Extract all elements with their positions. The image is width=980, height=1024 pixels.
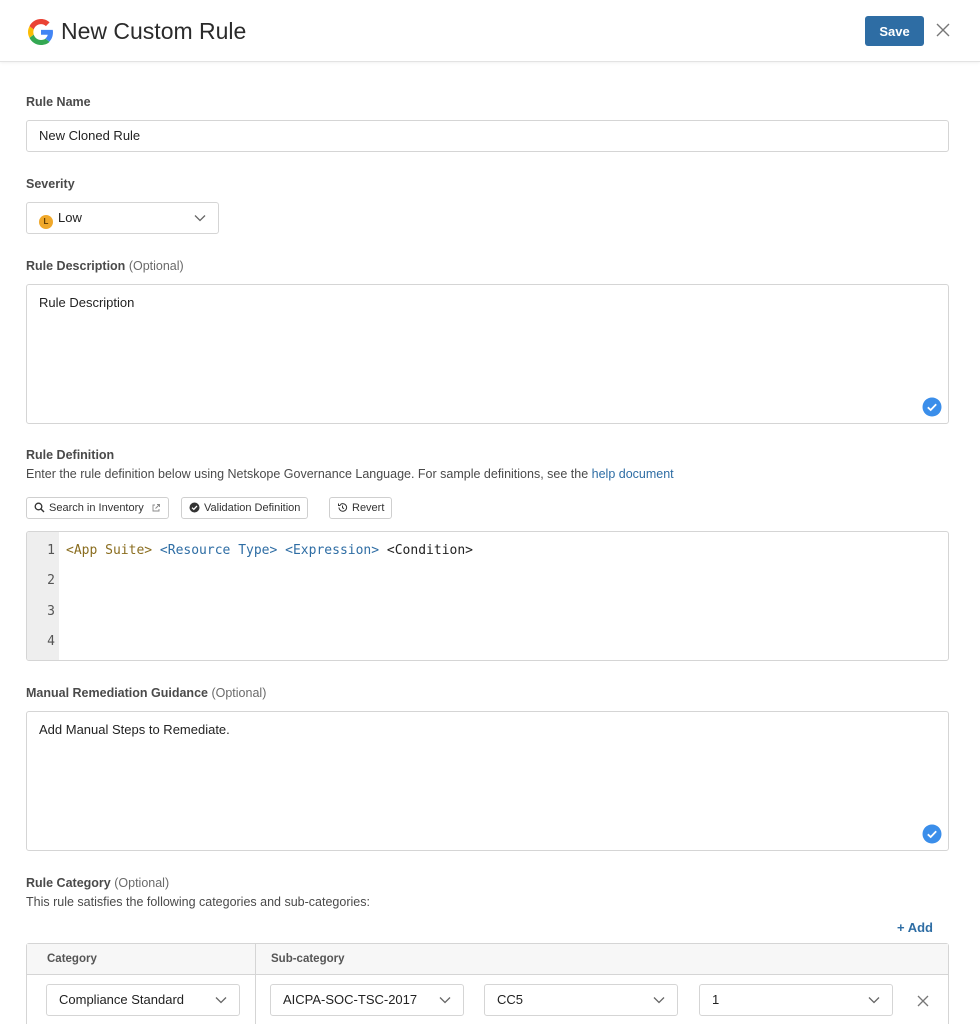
column-divider <box>255 944 256 1024</box>
remove-row-icon[interactable] <box>916 994 930 1008</box>
line-number: 2 <box>47 573 55 588</box>
search-in-inventory-label: Search in Inventory <box>49 502 144 514</box>
standard-select[interactable]: AICPA-SOC-TSC-2017 <box>270 984 464 1016</box>
chevron-down-icon <box>194 215 206 222</box>
rule-description-label-text: Rule Description <box>26 259 126 273</box>
chevron-down-icon <box>868 997 880 1004</box>
item-value: 1 <box>712 992 720 1007</box>
rule-description-value: Rule Description <box>39 295 135 310</box>
rule-definition-label: Rule Definition <box>26 448 115 462</box>
line-number: 4 <box>47 634 55 649</box>
check-circle-icon <box>922 397 942 417</box>
optional-hint: (Optional) <box>128 259 184 273</box>
severity-low-badge: L <box>39 215 53 229</box>
page-title: New Custom Rule <box>61 18 247 44</box>
category-table: Category Sub-category Compliance Standar… <box>26 943 949 1024</box>
check-circle-icon <box>189 502 200 513</box>
chevron-down-icon <box>439 997 451 1004</box>
severity-label: Severity <box>26 177 75 191</box>
remediation-label: Manual Remediation Guidance (Optional) <box>26 686 266 700</box>
remediation-value: Add Manual Steps to Remediate. <box>39 722 230 737</box>
help-document-link[interactable]: help document <box>592 467 674 481</box>
token-expression: <Expression> <box>285 543 380 558</box>
rule-category-help: This rule satisfies the following catego… <box>26 895 370 909</box>
category-select[interactable]: Compliance Standard <box>46 984 240 1016</box>
severity-value: Low <box>58 210 82 225</box>
validation-definition-button[interactable]: Validation Definition <box>181 497 309 519</box>
remediation-label-text: Manual Remediation Guidance <box>26 686 208 700</box>
rule-name-input[interactable]: New Cloned Rule <box>26 120 949 152</box>
token-app-suite: <App Suite> <box>66 543 153 558</box>
item-select[interactable]: 1 <box>699 984 893 1016</box>
remediation-textarea[interactable]: Add Manual Steps to Remediate. <box>26 711 949 851</box>
add-category-button[interactable]: + Add <box>897 920 933 935</box>
line-number: 3 <box>47 604 55 619</box>
revert-button[interactable]: Revert <box>329 497 393 519</box>
validation-definition-label: Validation Definition <box>204 502 301 514</box>
rule-definition-editor[interactable]: 1 2 3 4 <App Suite> <Resource Type> <Exp… <box>26 531 949 661</box>
column-header-subcategory: Sub-category <box>271 953 345 965</box>
google-logo-icon <box>28 19 53 45</box>
category-value: Compliance Standard <box>59 992 185 1007</box>
search-icon <box>34 502 45 513</box>
section-select[interactable]: CC5 <box>484 984 678 1016</box>
code-line: <App Suite> <Resource Type> <Expression>… <box>66 543 473 558</box>
section-value: CC5 <box>497 992 524 1007</box>
revert-label: Revert <box>352 502 385 514</box>
search-in-inventory-button[interactable]: Search in Inventory <box>26 497 169 519</box>
close-icon[interactable] <box>934 21 952 39</box>
rule-category-label: Rule Category (Optional) <box>26 876 169 890</box>
chevron-down-icon <box>215 997 227 1004</box>
check-circle-icon <box>922 824 942 844</box>
external-link-icon <box>152 504 160 512</box>
token-condition: <Condition> <box>386 543 473 558</box>
save-button[interactable]: Save <box>865 16 924 46</box>
optional-hint: (Optional) <box>211 686 267 700</box>
chevron-down-icon <box>653 997 665 1004</box>
line-number: 1 <box>47 543 55 558</box>
rule-definition-help: Enter the rule definition below using Ne… <box>26 467 674 481</box>
header-bar: New Custom Rule Save <box>0 0 980 62</box>
standard-value: AICPA-SOC-TSC-2017 <box>283 992 418 1007</box>
rule-definition-help-text: Enter the rule definition below using Ne… <box>26 467 589 481</box>
column-header-category: Category <box>47 953 97 965</box>
rule-description-textarea[interactable]: Rule Description <box>26 284 949 424</box>
rule-description-label: Rule Description (Optional) <box>26 259 184 273</box>
token-resource-type: <Resource Type> <box>159 543 278 558</box>
optional-hint: (Optional) <box>114 876 170 890</box>
rule-category-label-text: Rule Category <box>26 876 111 890</box>
category-table-header: Category Sub-category <box>27 944 948 975</box>
history-icon <box>338 503 348 512</box>
rule-name-label: Rule Name <box>26 95 91 109</box>
severity-select[interactable]: L Low <box>26 202 219 234</box>
